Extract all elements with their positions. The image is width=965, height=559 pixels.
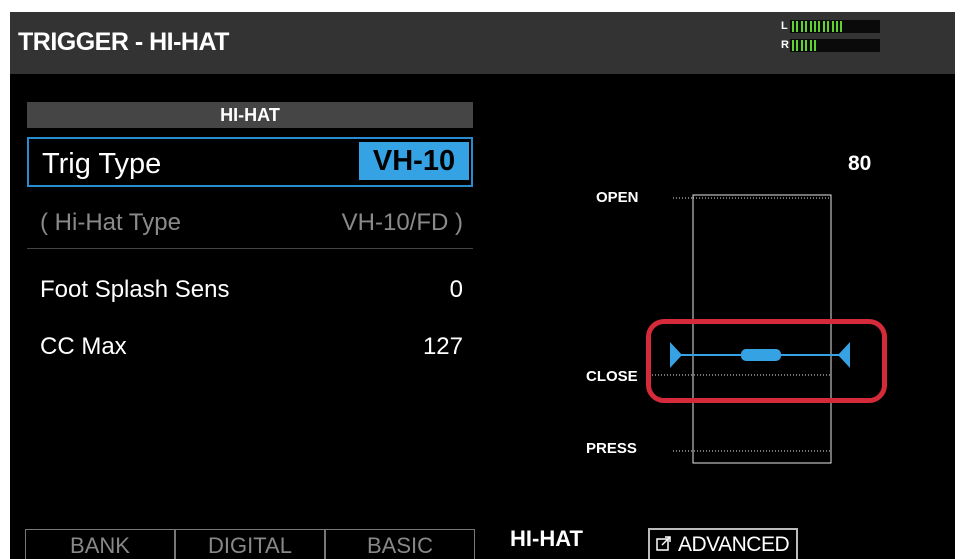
highlight-box: [646, 319, 887, 403]
tab-hihat[interactable]: HI-HAT: [510, 526, 583, 552]
tab-basic[interactable]: BASIC: [325, 529, 475, 559]
tab-bar: BANK DIGITAL BASIC HI-HAT ADVANCED: [10, 517, 955, 559]
tab-advanced[interactable]: ADVANCED: [648, 528, 798, 559]
tab-digital[interactable]: DIGITAL: [175, 529, 325, 559]
pedal-diagram: [649, 194, 850, 464]
tab-advanced-label: ADVANCED: [678, 533, 790, 556]
tab-bank[interactable]: BANK: [25, 529, 175, 559]
external-link-icon: [656, 536, 671, 551]
device-screen: TRIGGER - HI-HAT L R HI-HAT Trig Type VH…: [10, 12, 955, 559]
